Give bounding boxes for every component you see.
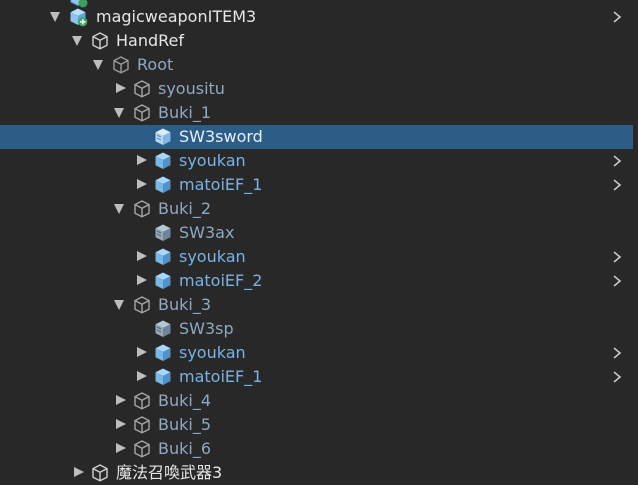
item-label: syoukan bbox=[179, 247, 246, 266]
expand-arrow-icon[interactable] bbox=[114, 108, 124, 118]
item-label: SW3sp bbox=[179, 319, 234, 338]
expand-arrow-icon[interactable] bbox=[50, 12, 60, 22]
item-label: Buki_3 bbox=[158, 295, 212, 314]
collapse-arrow-icon[interactable] bbox=[137, 251, 147, 261]
item-label: Buki_5 bbox=[158, 415, 212, 434]
item-label: Root bbox=[137, 55, 174, 74]
collapse-arrow-icon[interactable] bbox=[137, 155, 147, 165]
hierarchy-row-matoief1-2[interactable]: matoiEF_1 bbox=[0, 365, 633, 389]
hierarchy-row-buki4[interactable]: Buki_4 bbox=[0, 389, 633, 413]
chevron-right-icon[interactable] bbox=[612, 251, 622, 263]
hierarchy-panel: magicweaponITEM3 HandRef Root syousitu B… bbox=[0, 0, 638, 485]
hierarchy-row-magicweaponitem3[interactable]: magicweaponITEM3 bbox=[0, 5, 633, 29]
expand-arrow-icon[interactable] bbox=[93, 60, 103, 70]
item-label: magicweaponITEM3 bbox=[96, 7, 257, 26]
prefab-icon bbox=[153, 343, 173, 363]
expand-arrow-icon[interactable] bbox=[114, 300, 124, 310]
collapse-arrow-icon[interactable] bbox=[116, 83, 126, 93]
prefab-icon bbox=[153, 271, 173, 291]
model-prefab-icon bbox=[153, 127, 173, 147]
gameobject-icon bbox=[132, 199, 152, 219]
hierarchy-row-sw3sp[interactable]: SW3sp bbox=[0, 317, 633, 341]
collapse-arrow-icon[interactable] bbox=[137, 347, 147, 357]
item-label: Buki_1 bbox=[158, 103, 212, 122]
collapse-arrow-icon[interactable] bbox=[116, 419, 126, 429]
item-label: Buki_6 bbox=[158, 439, 212, 458]
item-label: syoukan bbox=[179, 343, 246, 362]
chevron-right-icon[interactable] bbox=[612, 371, 622, 383]
item-label: matoiEF_2 bbox=[179, 271, 263, 290]
hierarchy-row-syoukan-3[interactable]: syoukan bbox=[0, 341, 633, 365]
expand-arrow-icon[interactable] bbox=[72, 36, 82, 46]
hierarchy-row-root[interactable]: Root bbox=[0, 53, 633, 77]
item-label: syousitu bbox=[158, 79, 225, 98]
model-prefab-icon bbox=[153, 319, 173, 339]
item-label: Buki_2 bbox=[158, 199, 212, 218]
collapse-arrow-icon[interactable] bbox=[74, 467, 84, 477]
item-label: SW3ax bbox=[179, 223, 235, 242]
hierarchy-row-buki3[interactable]: Buki_3 bbox=[0, 293, 633, 317]
gameobject-icon bbox=[132, 295, 152, 315]
gameobject-icon bbox=[132, 439, 152, 459]
chevron-right-icon[interactable] bbox=[612, 347, 622, 359]
collapse-arrow-icon[interactable] bbox=[137, 275, 147, 285]
gameobject-icon bbox=[90, 31, 110, 51]
chevron-right-icon[interactable] bbox=[612, 179, 622, 191]
item-label: 魔法召喚武器3 bbox=[116, 463, 223, 482]
hierarchy-row-sw3sword[interactable]: SW3sword bbox=[0, 125, 633, 149]
hierarchy-row-buki1[interactable]: Buki_1 bbox=[0, 101, 633, 125]
item-label: matoiEF_1 bbox=[179, 175, 263, 194]
collapse-arrow-icon[interactable] bbox=[137, 179, 147, 189]
gameobject-icon bbox=[111, 55, 131, 75]
collapse-arrow-icon[interactable] bbox=[116, 395, 126, 405]
hierarchy-row-syoukan-2[interactable]: syoukan bbox=[0, 245, 633, 269]
prefab-icon bbox=[153, 175, 173, 195]
item-label: HandRef bbox=[116, 31, 185, 50]
gameobject-icon bbox=[132, 415, 152, 435]
chevron-right-icon[interactable] bbox=[612, 275, 622, 287]
gameobject-icon bbox=[90, 463, 110, 483]
hierarchy-row-syoukan[interactable]: syoukan bbox=[0, 149, 633, 173]
prefab-added-icon bbox=[68, 7, 88, 27]
chevron-right-icon[interactable] bbox=[612, 11, 622, 23]
expand-arrow-icon[interactable] bbox=[114, 204, 124, 214]
item-label: syoukan bbox=[179, 151, 246, 170]
model-prefab-icon bbox=[153, 223, 173, 243]
item-label: matoiEF_1 bbox=[179, 367, 263, 386]
collapse-arrow-icon[interactable] bbox=[137, 371, 147, 381]
chevron-right-icon[interactable] bbox=[612, 155, 622, 167]
collapse-arrow-icon[interactable] bbox=[116, 443, 126, 453]
hierarchy-row-matoief1[interactable]: matoiEF_1 bbox=[0, 173, 633, 197]
hierarchy-row-buki2[interactable]: Buki_2 bbox=[0, 197, 633, 221]
prefab-icon bbox=[153, 367, 173, 387]
gameobject-icon bbox=[132, 79, 152, 99]
hierarchy-row-sw3ax[interactable]: SW3ax bbox=[0, 221, 633, 245]
gameobject-icon bbox=[132, 103, 152, 123]
item-label: SW3sword bbox=[179, 127, 263, 146]
hierarchy-row-syousitu[interactable]: syousitu bbox=[0, 77, 633, 101]
hierarchy-row-handref[interactable]: HandRef bbox=[0, 29, 633, 53]
prefab-icon bbox=[153, 151, 173, 171]
hierarchy-row-mahou-shoukan-buki3[interactable]: 魔法召喚武器3 bbox=[0, 461, 633, 485]
hierarchy-row-matoief2[interactable]: matoiEF_2 bbox=[0, 269, 633, 293]
hierarchy-row-buki5[interactable]: Buki_5 bbox=[0, 413, 633, 437]
gameobject-icon bbox=[132, 391, 152, 411]
prefab-icon bbox=[153, 247, 173, 267]
hierarchy-row-buki6[interactable]: Buki_6 bbox=[0, 437, 633, 461]
item-label: Buki_4 bbox=[158, 391, 212, 410]
